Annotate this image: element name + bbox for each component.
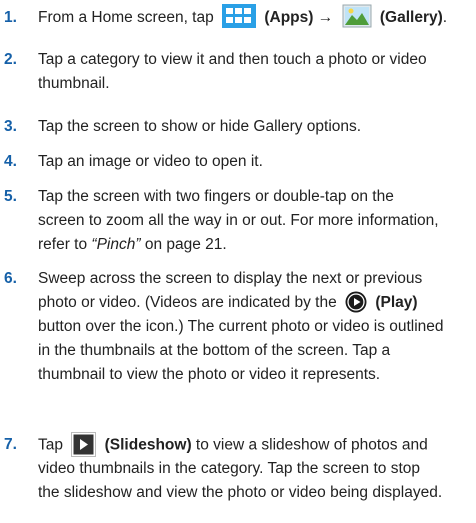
step-text-part: on page 21.: [140, 236, 227, 253]
step-line: Tap the screen with two fingers or doubl…: [38, 188, 394, 205]
step-line: screen to zoom all the way in or out. Fo…: [38, 212, 439, 229]
step-number: 4.: [4, 153, 17, 170]
step-line: the slideshow and view the photo or vide…: [38, 484, 443, 501]
pinch-reference-link[interactable]: “Pinch”: [91, 236, 140, 253]
play-label: (Play): [375, 294, 418, 311]
step-text: Tap the screen with two fingers or doubl…: [38, 185, 474, 257]
step-text-part: refer to: [38, 236, 92, 253]
step-line: thumbnail.: [38, 75, 110, 92]
gallery-label: (Gallery): [379, 9, 443, 27]
step-text-part: From a Home screen, tap: [38, 9, 214, 27]
arrow-icon: →: [317, 9, 334, 27]
step-number: 2.: [4, 51, 17, 68]
gallery-icon: [342, 4, 372, 28]
step-line: photo or video. (Videos are indicated by…: [38, 291, 474, 315]
step-line: refer to “Pinch” on page 21.: [38, 233, 474, 257]
slideshow-icon: [71, 432, 97, 457]
step-line: button over the icon.) The current photo…: [38, 318, 444, 335]
step-text: Sweep across the screen to display the n…: [38, 267, 474, 387]
step-text: Tap the screen to show or hide Gallery o…: [38, 115, 474, 139]
step-number: 1.: [4, 9, 17, 26]
step-number: 6.: [4, 270, 17, 287]
step-text: Tap an image or video to open it.: [38, 150, 474, 174]
step-line: thumbnail to view the photo or video it …: [38, 366, 381, 383]
step-text: From a Home screen, tap (Apps) → (Galler…: [38, 4, 474, 30]
step-text: Tap (Slideshow) to view a slideshow of p…: [38, 432, 474, 505]
step-line: in the thumbnails at the bottom of the s…: [38, 342, 391, 359]
slideshow-label: (Slideshow): [104, 436, 192, 454]
step-line: From a Home screen, tap (Apps) → (Galler…: [38, 4, 474, 30]
step-text: Tap a category to view it and then touch…: [38, 48, 474, 96]
play-icon: [345, 291, 367, 313]
step-number: 5.: [4, 188, 17, 205]
step-text-part: to view a slideshow of photos and: [191, 436, 428, 454]
step-number: 7.: [4, 436, 17, 453]
step-line: Sweep across the screen to display the n…: [38, 270, 423, 287]
step-text-part: photo or video. (Videos are indicated by…: [38, 294, 337, 311]
step-number: 3.: [4, 118, 17, 135]
apps-label: (Apps): [264, 9, 314, 27]
step-line: Tap an image or video to open it.: [38, 153, 263, 170]
step-line: Tap the screen to show or hide Gallery o…: [38, 118, 362, 135]
step-text-end: .: [442, 9, 448, 27]
step-line: Tap a category to view it and then touch…: [38, 51, 427, 68]
apps-icon: [222, 4, 257, 28]
step-text-part: Tap: [38, 436, 63, 454]
step-line: video thumbnails in the category. Tap th…: [38, 460, 420, 477]
step-line: Tap (Slideshow) to view a slideshow of p…: [38, 432, 474, 457]
